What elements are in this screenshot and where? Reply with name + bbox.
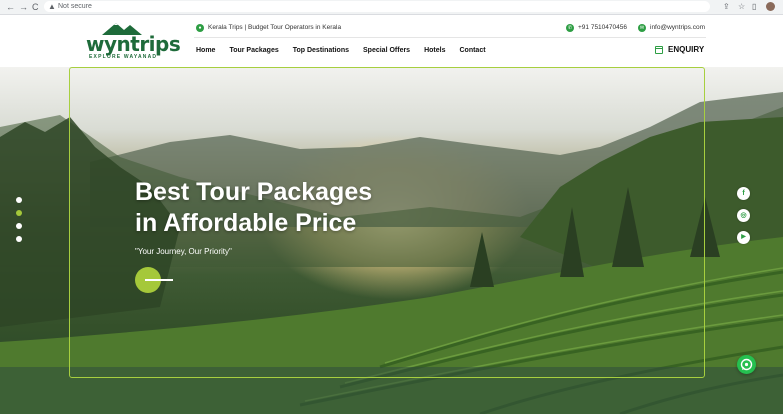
tagline-text: Kerala Trips | Budget Tour Operators in … <box>208 24 342 31</box>
star-icon[interactable]: ☆ <box>738 1 745 13</box>
nav-home[interactable]: Home <box>196 46 215 56</box>
calendar-icon <box>655 45 663 54</box>
facebook-link[interactable]: f <box>737 187 750 200</box>
warning-icon: ▲ <box>48 2 56 11</box>
profile-avatar[interactable] <box>766 2 775 11</box>
headline-line-2: in Affordable Price <box>135 209 357 237</box>
slide-indicators <box>16 197 22 249</box>
phone-number[interactable]: +91 7510470456 <box>578 23 627 33</box>
site-header: wyntrips EXPLORE WAYANAD ● Kerala Trips … <box>0 15 783 67</box>
hero-banner: Best Tour Packages in Affordable Price "… <box>0 67 783 414</box>
address-bar[interactable]: ▲ Not secure <box>44 1 710 12</box>
reload-icon[interactable]: C <box>32 1 39 13</box>
slide-dot-3[interactable] <box>16 223 22 229</box>
youtube-icon[interactable]: ▶ <box>737 231 750 244</box>
site-logo[interactable]: wyntrips EXPLORE WAYANAD <box>86 21 181 63</box>
email-contact[interactable]: ✉ info@wyntrips.com <box>638 23 705 33</box>
logo-subtitle: EXPLORE WAYANAD <box>89 54 158 60</box>
back-icon[interactable]: ← <box>6 1 15 13</box>
nav-top-destinations[interactable]: Top Destinations <box>293 46 349 56</box>
instagram-link[interactable]: ◎ <box>737 209 750 222</box>
nav-hotels[interactable]: Hotels <box>424 46 445 56</box>
site-tagline: ● Kerala Trips | Budget Tour Operators i… <box>196 23 341 33</box>
phone-icon: ✆ <box>566 24 574 32</box>
whatsapp-icon <box>740 358 753 371</box>
location-icon: ● <box>196 24 204 32</box>
header-divider <box>194 37 706 38</box>
cta-arrow-line <box>145 279 173 281</box>
slide-dot-4[interactable] <box>16 236 22 242</box>
phone-contact[interactable]: ✆ +91 7510470456 <box>566 23 627 33</box>
whatsapp-button[interactable] <box>737 355 756 374</box>
side-panel-icon[interactable]: ▯ <box>752 1 756 13</box>
instagram-icon[interactable]: ◎ <box>737 209 750 222</box>
slide-dot-1[interactable] <box>16 197 22 203</box>
slide-dot-2[interactable] <box>16 210 22 216</box>
enquiry-button[interactable]: ENQUIRY <box>655 45 704 54</box>
email-icon: ✉ <box>638 24 646 32</box>
hero-tagline: "Your Journey, Our Priority" <box>135 247 232 256</box>
headline-line-1: Best Tour Packages <box>135 178 373 206</box>
nav-contact[interactable]: Contact <box>459 46 485 56</box>
email-address[interactable]: info@wyntrips.com <box>650 23 705 33</box>
browser-toolbar: ← → C ▲ Not secure ⇪ ☆ ▯ <box>0 0 783 15</box>
security-label[interactable]: Not secure <box>58 1 92 12</box>
facebook-icon[interactable]: f <box>737 187 750 200</box>
main-nav: Home Tour Packages Top Destinations Spec… <box>196 46 500 56</box>
nav-special-offers[interactable]: Special Offers <box>363 46 410 56</box>
logo-wordmark: wyntrips <box>86 32 181 56</box>
forward-icon[interactable]: → <box>19 1 28 13</box>
hero-headline: Best Tour Packages in Affordable Price <box>135 177 435 239</box>
nav-tour-packages[interactable]: Tour Packages <box>229 46 278 56</box>
youtube-link[interactable]: ▶ <box>737 231 750 244</box>
share-icon[interactable]: ⇪ <box>723 1 730 13</box>
enquiry-label: ENQUIRY <box>668 45 705 54</box>
